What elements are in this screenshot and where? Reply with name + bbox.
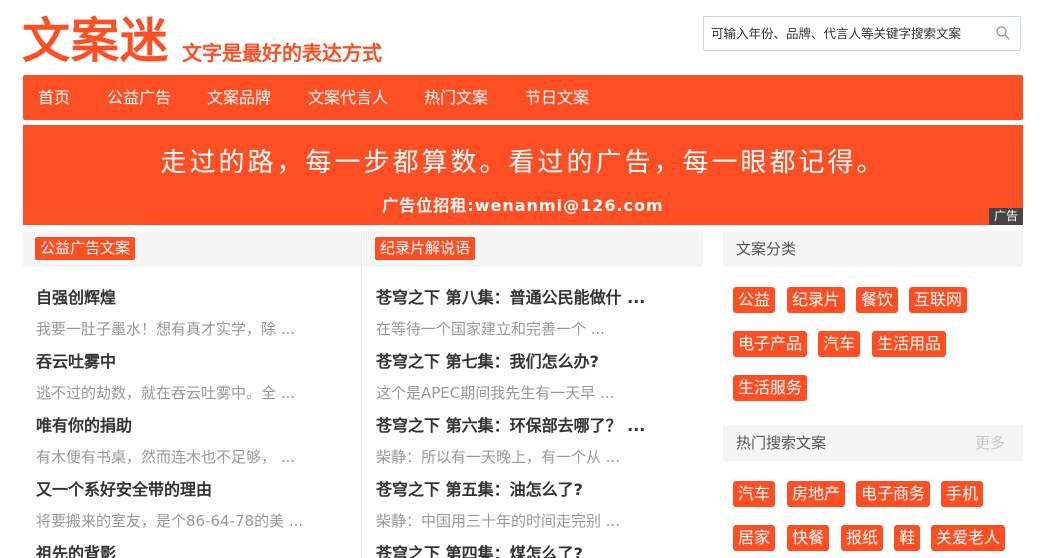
search-icon[interactable]: [995, 25, 1011, 41]
banner-headline: 走过的路，每一步都算数。看过的广告，每一眼都记得。: [160, 148, 886, 178]
hot-search-title: 热门搜索文案: [736, 434, 827, 452]
item-desc: 将要搬来的室友，是个86-64-78的美 ...: [36, 512, 304, 530]
hot-tag[interactable]: 报纸: [841, 525, 884, 551]
list-item[interactable]: 又一个系好安全带的理由 将要搬来的室友，是个86-64-78的美 ...: [36, 479, 336, 531]
list-item[interactable]: 苍穹之下 第八集：普通公民能做什 ... 在等待一个国家建立和完善一个 ...: [376, 287, 646, 339]
hot-tag[interactable]: 房地产: [787, 481, 846, 507]
categories-title: 文案分类: [736, 240, 797, 258]
item-title[interactable]: 吞云吐雾中: [36, 351, 336, 373]
category-tag[interactable]: 生活服务: [733, 375, 808, 401]
hot-search-header: 热门搜索文案 更多: [723, 425, 1023, 461]
hot-tag[interactable]: 汽车: [733, 481, 776, 507]
category-tag[interactable]: 电子产品: [733, 331, 808, 357]
item-title[interactable]: 唯有你的捐助: [36, 415, 336, 437]
nav-item-brands[interactable]: 文案品牌: [207, 75, 271, 120]
category-tag[interactable]: 餐饮: [856, 287, 899, 313]
category-tag[interactable]: 纪录片: [787, 287, 846, 313]
nav-item-home[interactable]: 首页: [38, 75, 70, 120]
item-title[interactable]: 苍穹之下 第五集：油怎么了?: [376, 479, 646, 501]
item-desc: 有木便有书桌，然而连木也不足够， ...: [36, 448, 296, 466]
category-tag[interactable]: 生活用品: [872, 331, 947, 357]
sidebar: 文案分类 公益 纪录片 餐饮 互联网 电子产品 汽车 生活用品 生活服务 热门搜…: [723, 231, 1023, 558]
list-item[interactable]: 唯有你的捐助 有木便有书桌，然而连木也不足够， ...: [36, 415, 336, 467]
list-item[interactable]: 苍穹之下 第六集：环保部去哪了？ ... 柴静：所以有一天晚上，有一个从 ...: [376, 415, 646, 467]
site-header: 文案迷 文字是最好的表达方式: [0, 0, 1054, 74]
hot-tag[interactable]: 快餐: [787, 525, 830, 551]
categories-header: 文案分类: [723, 231, 1023, 267]
nav-item-public-ads[interactable]: 公益广告: [107, 75, 171, 120]
item-desc: 柴静：中国用三十年的时间走完别 ...: [376, 512, 621, 530]
item-desc: 在等待一个国家建立和完善一个 ...: [376, 320, 606, 338]
list-item[interactable]: 苍穹之下 第四集：煤怎么了?: [376, 543, 646, 558]
column-title[interactable]: 公益广告文案: [35, 237, 136, 260]
item-title[interactable]: 苍穹之下 第七集：我们怎么办?: [376, 351, 646, 373]
category-tag[interactable]: 汽车: [818, 331, 861, 357]
banner-contact: 广告位招租:wenanmi@126.com: [382, 196, 664, 215]
hot-tag[interactable]: 居家: [733, 525, 776, 551]
list-item[interactable]: 祖先的背影: [36, 543, 336, 558]
public-ads-column: 公益广告文案 自强创辉煌 我要一肚子墨水！想有真才实学，除 ... 吞云吐雾中 …: [23, 231, 362, 558]
more-link[interactable]: 更多: [975, 425, 1005, 461]
hot-tag[interactable]: 手机: [941, 481, 984, 507]
search-input[interactable]: [704, 17, 994, 50]
list-item[interactable]: 苍穹之下 第五集：油怎么了? 柴静：中国用三十年的时间走完别 ...: [376, 479, 646, 531]
item-desc: 这个是APEC期间我先生有一天早 ...: [376, 384, 615, 402]
search-box: [703, 16, 1021, 51]
hot-tag[interactable]: 电子商务: [856, 481, 931, 507]
column-header: 公益广告文案: [23, 231, 361, 267]
item-title[interactable]: 苍穹之下 第六集：环保部去哪了？ ...: [376, 415, 646, 437]
main-nav: 首页 公益广告 文案品牌 文案代言人 热门文案 节日文案: [23, 75, 1023, 120]
column-title[interactable]: 纪录片解说语: [375, 237, 476, 260]
item-desc: 我要一肚子墨水！想有真才实学，除 ...: [36, 320, 296, 338]
column-header: 纪录片解说语: [363, 231, 703, 267]
documentary-column: 纪录片解说语 苍穹之下 第八集：普通公民能做什 ... 在等待一个国家建立和完善…: [363, 231, 703, 558]
hot-tag[interactable]: 鞋: [894, 525, 921, 551]
list-item[interactable]: 苍穹之下 第七集：我们怎么办? 这个是APEC期间我先生有一天早 ...: [376, 351, 646, 403]
item-title[interactable]: 又一个系好安全带的理由: [36, 479, 336, 501]
category-tag[interactable]: 互联网: [909, 287, 968, 313]
nav-item-spokespersons[interactable]: 文案代言人: [308, 75, 388, 120]
nav-item-hot[interactable]: 热门文案: [424, 75, 488, 120]
site-logo[interactable]: 文案迷: [22, 14, 169, 68]
list-item[interactable]: 吞云吐雾中 逃不过的劫数，就在吞云吐雾中。全 ...: [36, 351, 336, 403]
ad-badge: 广告: [989, 208, 1023, 225]
item-desc: 柴静：所以有一天晚上，有一个从 ...: [376, 448, 621, 466]
item-title[interactable]: 苍穹之下 第八集：普通公民能做什 ...: [376, 287, 646, 309]
list-item[interactable]: 自强创辉煌 我要一肚子墨水！想有真才实学，除 ...: [36, 287, 336, 339]
site-slogan: 文字是最好的表达方式: [182, 41, 382, 65]
ad-banner[interactable]: 走过的路，每一步都算数。看过的广告，每一眼都记得。 广告位招租:wenanmi@…: [23, 125, 1023, 225]
item-desc: 逃不过的劫数，就在吞云吐雾中。全 ...: [36, 384, 296, 402]
item-title[interactable]: 祖先的背影: [36, 543, 336, 558]
hot-tag[interactable]: 关爱老人: [931, 525, 1006, 551]
item-title[interactable]: 自强创辉煌: [36, 287, 336, 309]
category-tag[interactable]: 公益: [733, 287, 776, 313]
nav-item-festival[interactable]: 节日文案: [525, 75, 589, 120]
item-title[interactable]: 苍穹之下 第四集：煤怎么了?: [376, 543, 646, 558]
